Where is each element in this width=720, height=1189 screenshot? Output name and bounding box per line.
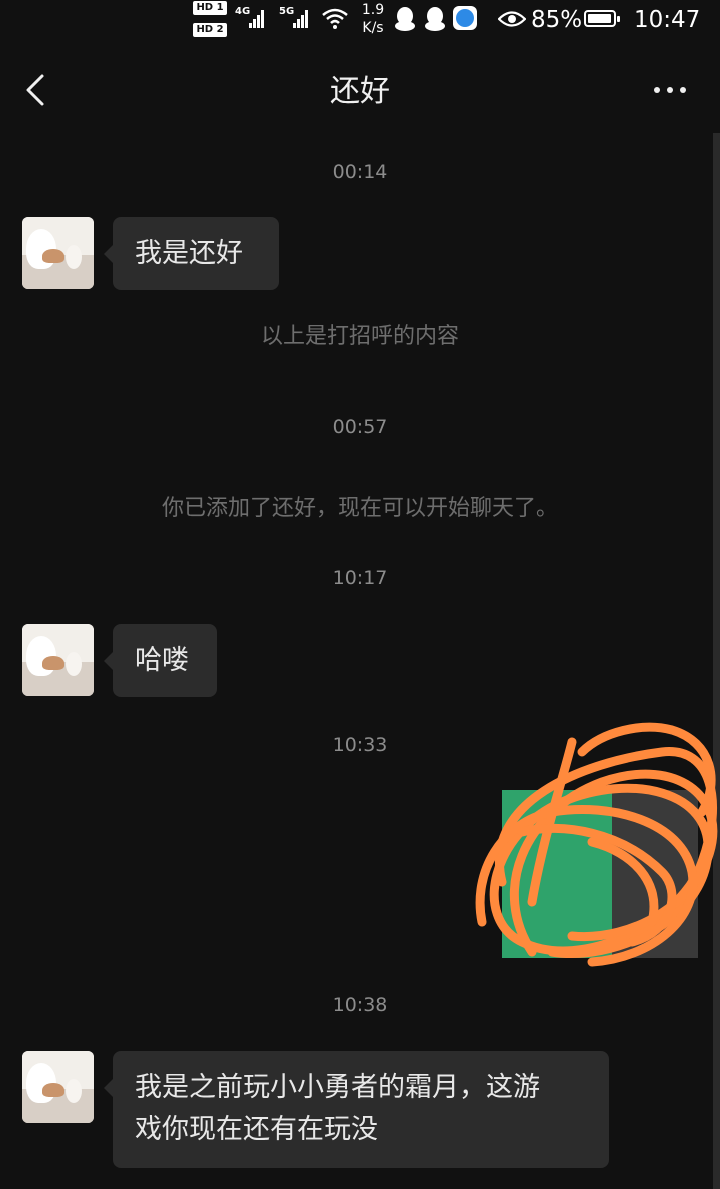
signal-icon-2: [293, 8, 311, 28]
signal-icon: [249, 8, 267, 28]
avatar[interactable]: [22, 217, 94, 289]
more-dots-icon: [654, 87, 686, 93]
chat-header: 还好: [0, 44, 720, 140]
hd1-badge: HD 1: [193, 1, 227, 15]
network-4g-label: 4G: [235, 6, 251, 17]
chat-title: 还好: [330, 74, 390, 109]
redacted-image-message[interactable]: [462, 722, 720, 974]
battery-percent: 85%: [531, 7, 583, 33]
avatar[interactable]: [22, 624, 94, 696]
timestamp: 10:38: [332, 994, 388, 1016]
app-notification-icon: [453, 6, 477, 30]
speed-unit: K/s: [362, 20, 384, 36]
status-bar: HD 1 HD 2 4G 5G 1.9 K/s 85% 10:47: [0, 0, 720, 44]
timestamp: 00:57: [332, 416, 388, 438]
message-text-line: 戏你现在还有在玩没: [135, 1114, 378, 1145]
more-button[interactable]: [640, 70, 700, 110]
eye-comfort-icon: [498, 11, 526, 27]
wifi-icon: [322, 8, 348, 29]
battery-icon: [584, 10, 620, 27]
qq-icon: [395, 7, 415, 31]
timestamp: 10:17: [332, 567, 388, 589]
message-bubble[interactable]: 我是之前玩小小勇者的霜月，这游 戏你现在还有在玩没: [104, 1051, 609, 1168]
message-text: 哈喽: [135, 645, 189, 676]
qq-icon-2: [425, 7, 445, 31]
network-speed: 1.9 K/s: [358, 1, 388, 37]
system-message: 以上是打招呼的内容: [260, 324, 459, 349]
clock: 10:47: [634, 7, 701, 33]
system-message: 你已添加了还好，现在可以开始聊天了。: [161, 496, 558, 521]
avatar[interactable]: [22, 1051, 94, 1123]
timestamp: 00:14: [332, 161, 388, 183]
message-text: 我是还好: [135, 238, 243, 269]
message-bubble[interactable]: 我是还好: [104, 217, 279, 290]
network-5g-label: 5G: [279, 6, 295, 17]
scrollbar[interactable]: [713, 133, 720, 1189]
message-text-line: 我是之前玩小小勇者的霜月，这游: [135, 1072, 540, 1103]
message-bubble[interactable]: 哈喽: [104, 624, 217, 697]
hd2-badge: HD 2: [193, 23, 227, 37]
speed-value: 1.9: [361, 2, 385, 18]
